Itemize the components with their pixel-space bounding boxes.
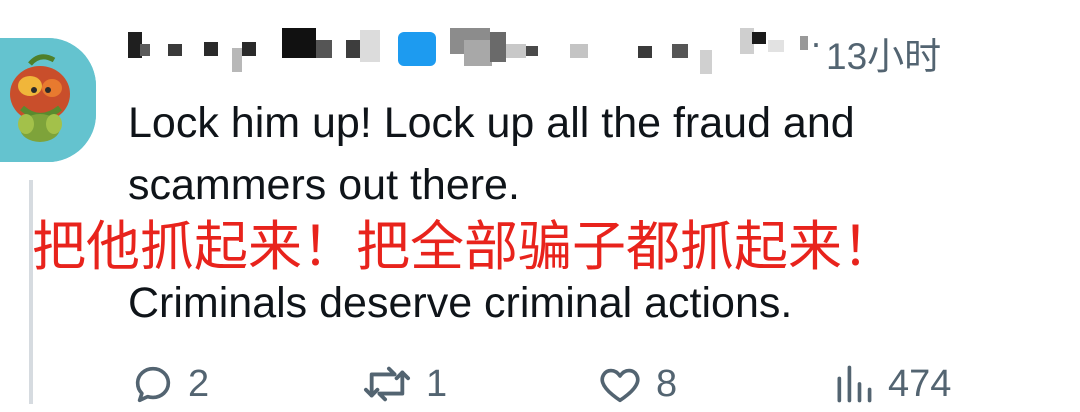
tweet-timestamp[interactable]: 13小时 [826, 26, 941, 80]
verified-badge-icon [398, 32, 436, 66]
tweet-text-line-3: Criminals deserve criminal actions. [128, 279, 793, 327]
chinese-translation-overlay: 把他抓起来！把全部骗子都抓起来！ [32, 215, 896, 278]
avatar[interactable] [0, 38, 96, 162]
retweet-count: 1 [426, 362, 448, 405]
reply-icon [135, 366, 171, 403]
like-count: 8 [656, 362, 678, 405]
avatar-cartoon-image [0, 38, 96, 162]
tweet-text: Lock him up! Lock up all the fraud and s… [128, 92, 1048, 216]
views-icon [837, 365, 872, 403]
views-count: 474 [888, 362, 952, 405]
retweet-icon [364, 366, 411, 402]
heart-icon [600, 368, 640, 403]
reply-count: 2 [188, 362, 210, 405]
tweet-text-line-1: Lock him up! Lock up all the fraud and [128, 99, 855, 147]
header-separator: · [810, 22, 822, 63]
